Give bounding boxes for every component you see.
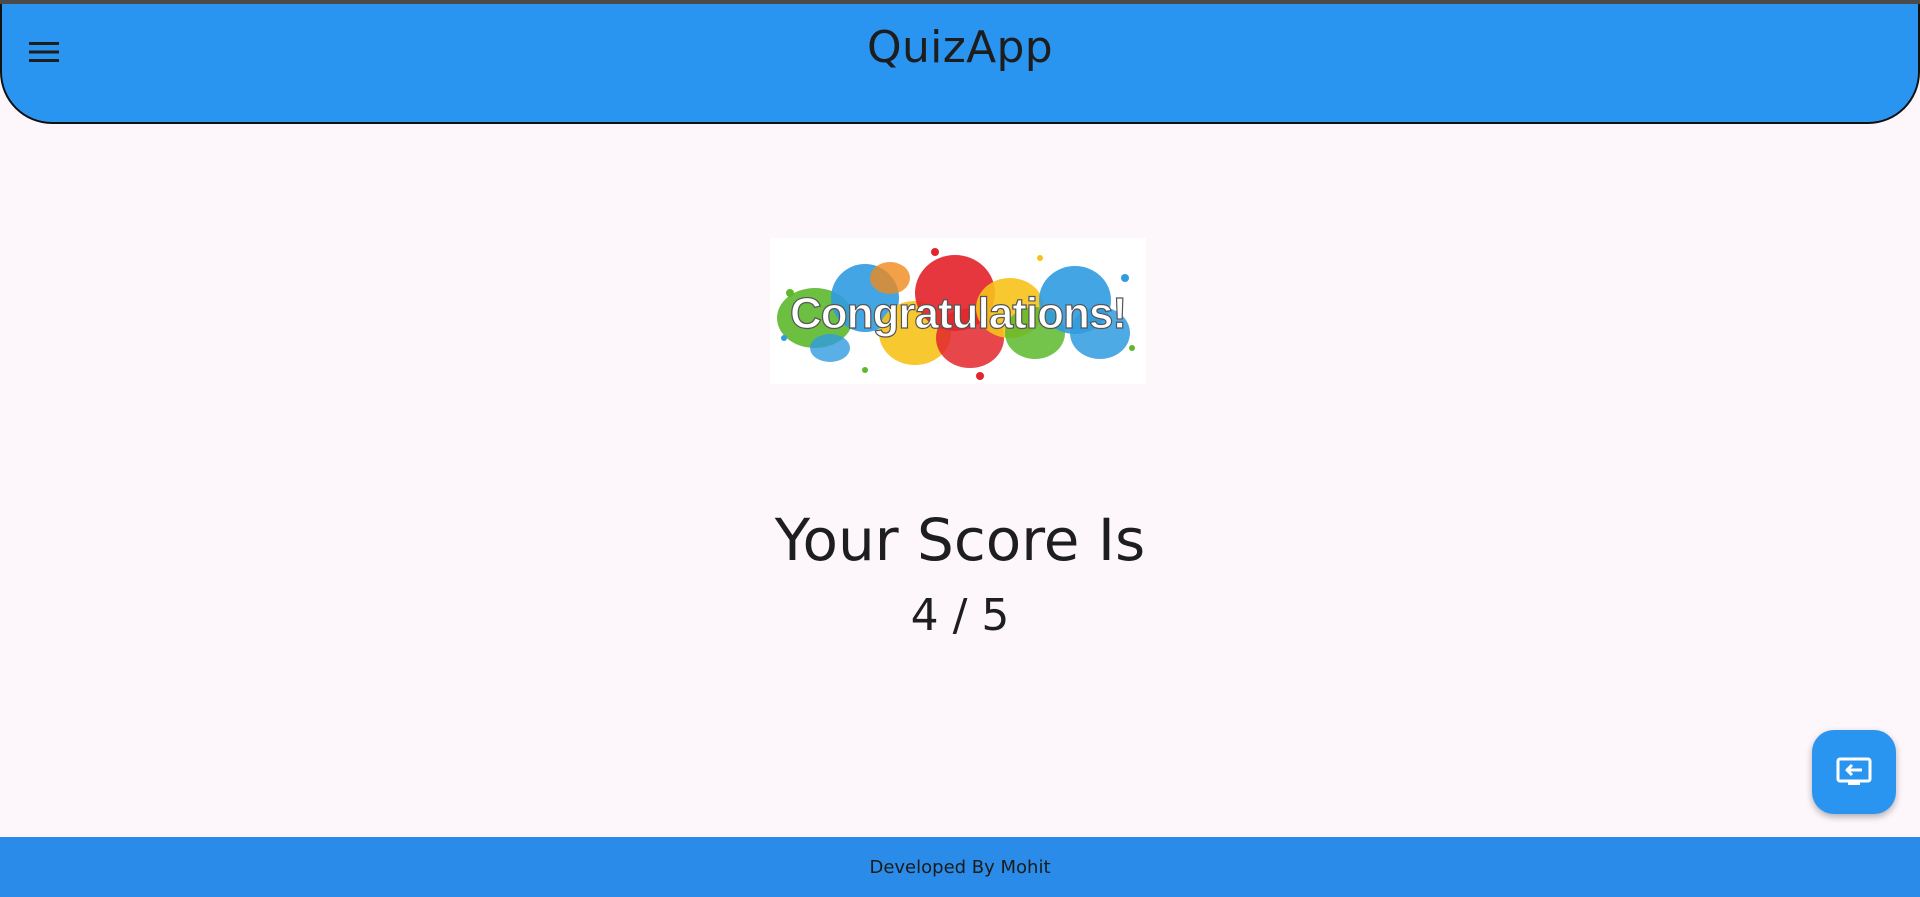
exit-to-app-icon	[1836, 757, 1872, 785]
score-heading: Your Score Is	[774, 506, 1146, 574]
footer: Developed By Mohit	[0, 837, 1920, 897]
app-title: QuizApp	[867, 22, 1053, 73]
congratulations-banner: Congratulations!	[770, 238, 1146, 384]
app-bar: QuizApp	[0, 4, 1920, 124]
exit-button[interactable]	[1812, 730, 1896, 814]
score-value: 4 / 5	[910, 590, 1010, 641]
banner-text: Congratulations!	[790, 289, 1126, 338]
footer-credit: Developed By Mohit	[869, 856, 1051, 878]
